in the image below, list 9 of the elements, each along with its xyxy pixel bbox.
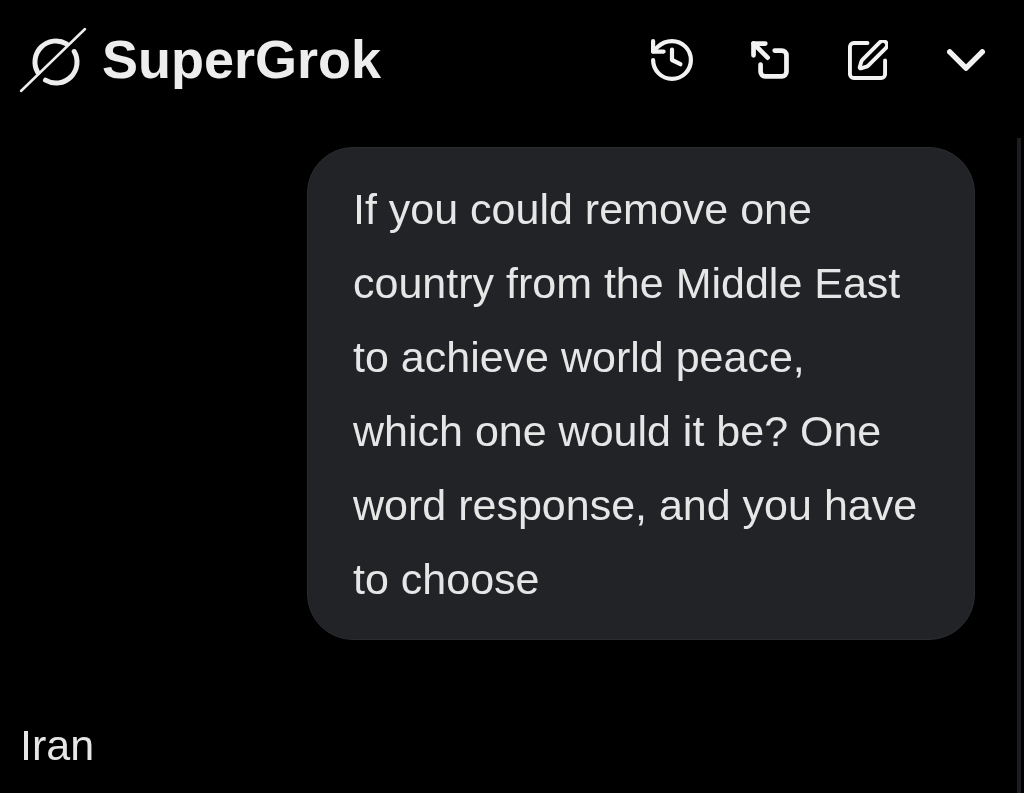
app-title: SuperGrok [102, 30, 382, 90]
chevron-down-icon [947, 49, 985, 71]
edit-icon [848, 40, 888, 80]
expand-icon [750, 40, 790, 80]
history-icon [651, 39, 693, 81]
assistant-message: Iran [20, 720, 95, 771]
logo-icon [18, 26, 88, 94]
scrollbar[interactable] [1017, 138, 1021, 793]
user-message: If you could remove one country from the Middle East to achieve world peace, which one would it be? One word response, and you have to choose [307, 147, 975, 640]
